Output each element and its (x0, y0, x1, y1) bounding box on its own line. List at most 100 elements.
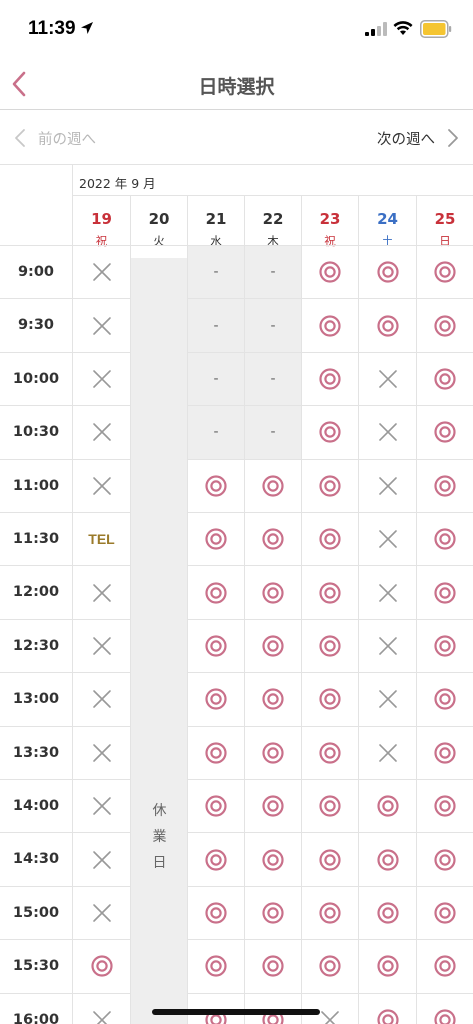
available-circle-icon (262, 528, 284, 550)
slot-unavailable (358, 459, 416, 512)
closed-day-char: 業 (152, 829, 167, 845)
available-circle-icon (434, 688, 456, 710)
slot-available[interactable] (416, 833, 473, 886)
slot-available[interactable] (416, 246, 473, 299)
time-slot-row: 12:00 (0, 565, 473, 619)
slot-unavailable (358, 673, 416, 726)
closed-day-char: 休 (152, 803, 167, 819)
slot-available[interactable] (358, 833, 416, 886)
slot-available[interactable] (301, 726, 358, 779)
slot-available[interactable] (301, 886, 358, 940)
slot-available[interactable] (187, 566, 244, 619)
time-slot-row: 13:00 (0, 672, 473, 726)
time-slot-row: 9:30 - - (0, 298, 473, 352)
slot-available[interactable] (301, 673, 358, 726)
available-circle-icon (376, 261, 399, 283)
available-circle-icon (262, 475, 284, 497)
slot-available[interactable] (358, 780, 416, 833)
slot-available[interactable] (244, 619, 301, 673)
slot-unavailable (72, 459, 130, 512)
slot-available[interactable] (187, 886, 244, 940)
slot-available[interactable] (244, 726, 301, 779)
slot-available[interactable] (358, 993, 416, 1024)
slot-available[interactable] (187, 940, 244, 993)
slot-tel[interactable]: TEL (72, 513, 130, 566)
unavailable-cross-icon (92, 370, 111, 388)
slot-unavailable (72, 673, 130, 726)
available-circle-icon (376, 848, 399, 871)
available-circle-icon (434, 848, 456, 871)
time-slot-row: 11:00 (0, 458, 473, 512)
unavailable-cross-icon (92, 263, 111, 281)
available-circle-icon (319, 688, 341, 710)
slot-available[interactable] (416, 459, 473, 512)
available-circle-icon (376, 314, 399, 337)
slot-available[interactable] (301, 406, 358, 459)
slot-available[interactable] (358, 886, 416, 940)
slot-available[interactable] (72, 940, 130, 993)
slot-available[interactable] (416, 940, 473, 993)
time-slot-row: 14:30 (0, 832, 473, 886)
slot-available[interactable] (244, 566, 301, 619)
available-circle-icon (434, 368, 456, 390)
prev-week-button[interactable]: 前の週へ (14, 126, 96, 150)
slot-available[interactable] (301, 566, 358, 619)
slot-available[interactable] (244, 513, 301, 566)
day-number: 22 (262, 210, 284, 228)
available-circle-icon (434, 902, 456, 924)
slot-available[interactable] (358, 299, 416, 352)
slot-not-applicable: - (187, 299, 244, 352)
slot-available[interactable] (244, 673, 301, 726)
slot-available[interactable] (187, 619, 244, 673)
slot-available[interactable] (358, 940, 416, 993)
slot-available[interactable] (187, 780, 244, 833)
slot-available[interactable] (416, 993, 473, 1024)
available-circle-icon (90, 955, 113, 977)
slot-dash: - (213, 370, 219, 387)
wifi-icon (393, 21, 413, 35)
time-label: 13:30 (12, 744, 60, 761)
slot-available[interactable] (244, 833, 301, 886)
slot-available[interactable] (416, 780, 473, 833)
slot-available[interactable] (244, 886, 301, 940)
slot-available[interactable] (244, 459, 301, 512)
slot-unavailable (358, 566, 416, 619)
slot-available[interactable] (416, 886, 473, 940)
status-bar: 11:39 (0, 0, 473, 60)
next-week-button[interactable]: 次の週へ (377, 126, 459, 150)
slot-available[interactable] (301, 513, 358, 566)
chevron-right-icon (448, 129, 458, 147)
slot-available[interactable] (244, 940, 301, 993)
slot-available[interactable] (358, 246, 416, 299)
available-circle-icon (319, 795, 341, 817)
tel-label: TEL (88, 531, 115, 548)
slot-available[interactable] (416, 673, 473, 726)
slot-available[interactable] (301, 833, 358, 886)
location-arrow-icon (81, 22, 93, 34)
slot-available[interactable] (187, 726, 244, 779)
slot-available[interactable] (301, 352, 358, 406)
slot-available[interactable] (244, 780, 301, 833)
slot-available[interactable] (301, 246, 358, 299)
slot-available[interactable] (301, 780, 358, 833)
slot-available[interactable] (416, 406, 473, 459)
slot-available[interactable] (187, 833, 244, 886)
slot-available[interactable] (416, 726, 473, 779)
slot-available[interactable] (187, 673, 244, 726)
slot-available[interactable] (301, 299, 358, 352)
slot-available[interactable] (301, 459, 358, 512)
slot-available[interactable] (187, 513, 244, 566)
available-circle-icon (319, 261, 341, 283)
available-circle-icon (319, 955, 341, 977)
time-slot-row: 10:30 - - (0, 405, 473, 459)
slot-available[interactable] (416, 513, 473, 566)
slot-available[interactable] (301, 940, 358, 993)
unavailable-cross-icon (378, 370, 397, 388)
slot-available[interactable] (416, 352, 473, 406)
slot-available[interactable] (416, 619, 473, 673)
slot-available[interactable] (416, 299, 473, 352)
slot-available[interactable] (416, 566, 473, 619)
slot-available[interactable] (301, 619, 358, 673)
slot-available[interactable] (187, 459, 244, 512)
time-label: 16:00 (12, 1011, 60, 1024)
